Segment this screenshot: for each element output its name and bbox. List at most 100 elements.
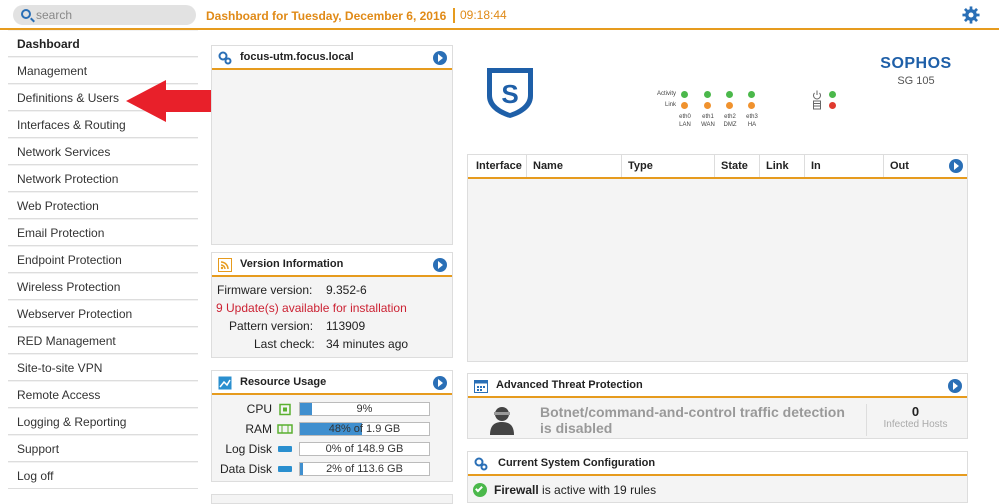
sidebar-item-network-services[interactable]: Network Services	[8, 138, 198, 165]
disk-led	[829, 102, 836, 109]
config-item-name: Firewall	[494, 483, 539, 497]
datadisk-label: Data Disk	[219, 462, 272, 476]
brand-name: SOPHOS	[880, 55, 952, 72]
sophos-shield-logo: S	[487, 68, 533, 118]
activity-label: Activity	[656, 91, 676, 97]
eth3-role: HA	[747, 122, 757, 128]
search-icon	[21, 9, 31, 19]
lastcheck-value: 34 minutes ago	[326, 337, 409, 351]
sidebar-item-dashboard[interactable]: Dashboard	[8, 30, 198, 57]
interfaces-table	[467, 154, 968, 362]
model-name: SG 105	[897, 75, 935, 87]
sidebar-item-remote-access[interactable]: Remote Access	[8, 381, 198, 408]
eth1-name: eth1	[702, 114, 714, 120]
arrow-right-icon[interactable]	[433, 51, 447, 65]
version-title: Version Information	[240, 258, 344, 270]
col-interface[interactable]: Interface	[470, 155, 527, 177]
eth0-role: LAN	[679, 122, 691, 128]
sidebar-item-webserver-protection[interactable]: Webserver Protection	[8, 300, 198, 327]
col-name[interactable]: Name	[527, 155, 622, 177]
logdisk-value: 0% of 148.9 GB	[325, 443, 404, 455]
disk-icon	[278, 466, 292, 472]
cogs-icon	[218, 51, 232, 65]
cpu-bar: 9%	[299, 402, 430, 416]
logdisk-label: Log Disk	[225, 442, 272, 456]
cpu-label: CPU	[246, 402, 272, 416]
ram-label: RAM	[245, 422, 272, 436]
eth2-role: DMZ	[723, 122, 737, 128]
config-item: Firewall is active with 19 rules	[494, 483, 656, 497]
search-placeholder: search	[36, 8, 73, 22]
col-state[interactable]: State	[715, 155, 760, 177]
gear-icon[interactable]	[962, 6, 980, 24]
resource-title: Resource Usage	[240, 376, 327, 388]
pattern-label: Pattern version:	[229, 319, 314, 333]
config-item-text: is active with 19 rules	[542, 483, 657, 497]
sidebar-item-log-off[interactable]: Log off	[8, 462, 198, 489]
eth1-link-led	[704, 102, 711, 109]
eth2-name: eth2	[724, 114, 736, 120]
power-led	[829, 91, 836, 98]
check-icon	[473, 483, 487, 497]
datadisk-value: 2% of 113.6 GB	[326, 463, 403, 475]
hacker-icon	[490, 407, 514, 435]
eth0-activity-led	[681, 91, 688, 98]
sidebar-item-web-protection[interactable]: Web Protection	[8, 192, 198, 219]
arrow-right-icon[interactable]	[948, 379, 962, 393]
eth0-link-led	[681, 102, 688, 109]
eth3-name: eth3	[746, 114, 758, 120]
eth2-link-led	[726, 102, 733, 109]
config-title: Current System Configuration	[498, 457, 656, 469]
sidebar-item-network-protection[interactable]: Network Protection	[8, 165, 198, 192]
ram-icon	[277, 424, 293, 434]
sidebar-item-wireless-protection[interactable]: Wireless Protection	[8, 273, 198, 300]
cpu-bar-fill	[300, 403, 312, 415]
logdisk-bar: 0% of 148.9 GB	[299, 442, 430, 456]
chart-icon	[218, 376, 232, 390]
link-label: Link	[664, 102, 676, 108]
eth2-activity-led	[726, 91, 733, 98]
version-panel: Version Information Firmware version: 9.…	[211, 252, 453, 358]
atp-message: Botnet/command-and-control traffic detec…	[540, 404, 845, 436]
svg-text:S: S	[501, 79, 518, 109]
eth3-activity-led	[748, 91, 755, 98]
eth3-link-led	[748, 102, 755, 109]
atp-counter: 0 Infected Hosts	[866, 404, 964, 436]
atp-panel: Advanced Threat Protection Botnet/comman…	[467, 373, 968, 439]
ram-value: 48% of 1.9 GB	[328, 423, 401, 435]
updates-link[interactable]: 9 Update(s) available for installation	[216, 301, 407, 315]
sidebar-item-site-to-site-vpn[interactable]: Site-to-site VPN	[8, 354, 198, 381]
col-in[interactable]: In	[805, 155, 884, 177]
col-link[interactable]: Link	[760, 155, 805, 177]
sidebar-item-email-protection[interactable]: Email Protection	[8, 219, 198, 246]
sidebar-item-endpoint-protection[interactable]: Endpoint Protection	[8, 246, 198, 273]
sidebar-item-support[interactable]: Support	[8, 435, 198, 462]
atp-title: Advanced Threat Protection	[496, 379, 643, 391]
eth0-name: eth0	[679, 114, 691, 120]
firmware-value: 9.352-6	[326, 283, 367, 297]
col-out[interactable]: Out	[884, 155, 944, 177]
power-icon	[813, 90, 821, 110]
cpu-value: 9%	[356, 403, 373, 415]
sidebar-item-logging-reporting[interactable]: Logging & Reporting	[8, 408, 198, 435]
next-panel-stub	[211, 494, 453, 504]
sidebar-item-red-management[interactable]: RED Management	[8, 327, 198, 354]
ram-bar: 48% of 1.9 GB	[299, 422, 430, 436]
red-arrow-annotation	[126, 80, 218, 122]
datadisk-bar-fill	[300, 463, 303, 475]
arrow-right-icon[interactable]	[433, 376, 447, 390]
eth1-activity-led	[704, 91, 711, 98]
rss-icon	[218, 258, 232, 272]
clock: 09:18:44	[453, 8, 507, 23]
arrow-right-icon[interactable]	[949, 159, 963, 173]
arrow-right-icon[interactable]	[433, 258, 447, 272]
config-panel: Current System Configuration Firewall is…	[467, 451, 968, 503]
infected-label: Infected Hosts	[883, 419, 948, 430]
disk-icon	[278, 446, 292, 452]
col-type[interactable]: Type	[622, 155, 715, 177]
host-title: focus-utm.focus.local	[240, 51, 354, 63]
host-panel: focus-utm.focus.local	[211, 45, 453, 245]
cpu-icon	[279, 403, 291, 416]
search-input[interactable]: search	[13, 5, 196, 25]
lastcheck-label: Last check:	[254, 337, 315, 351]
